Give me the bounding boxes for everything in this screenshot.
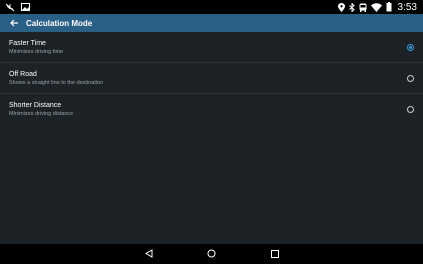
battery-icon: [386, 2, 392, 12]
back-triangle-icon: [144, 245, 153, 263]
recents-square-icon: [270, 245, 279, 263]
option-subtitle: Minimizes driving time: [9, 48, 64, 55]
image-icon: [21, 3, 30, 11]
no-sim-icon: [5, 3, 15, 12]
status-time: 3:53: [397, 1, 417, 13]
nav-back-button[interactable]: [139, 244, 159, 264]
status-left-icons: [0, 3, 30, 12]
radio-faster-time[interactable]: [407, 43, 414, 51]
option-text: Shorter Distance Minimizes driving dista…: [9, 101, 73, 118]
status-right-icons: 3:53: [337, 1, 423, 13]
radio-shorter-distance[interactable]: [407, 106, 414, 113]
nav-home-button[interactable]: [202, 244, 222, 264]
option-shorter-distance[interactable]: Shorter Distance Minimizes driving dista…: [0, 94, 423, 125]
navigation-bar: [0, 244, 423, 264]
page-title: Calculation Mode: [26, 18, 93, 28]
app-bar: Calculation Mode: [0, 14, 423, 32]
bus-icon: [359, 3, 367, 12]
option-subtitle: Minimizes driving distance: [9, 111, 74, 117]
option-text: Off Road Shows a straight line to the de…: [9, 70, 103, 87]
option-subtitle: Shows a straight line to the destination: [9, 79, 104, 86]
option-text: Faster Time Minimizes driving time: [9, 39, 63, 56]
calculation-mode-list: Faster Time Minimizes driving time Off R…: [0, 32, 423, 125]
wifi-icon: [370, 2, 382, 12]
option-faster-time[interactable]: Faster Time Minimizes driving time: [0, 32, 423, 63]
radio-off-road[interactable]: [407, 74, 414, 82]
option-title: Off Road: [9, 70, 37, 78]
option-title: Faster Time: [9, 39, 46, 47]
back-button[interactable]: [2, 14, 26, 32]
option-title: Shorter Distance: [9, 102, 62, 109]
nav-recents-button[interactable]: [265, 244, 285, 264]
arrow-back-icon: [9, 14, 19, 32]
home-circle-icon: [207, 245, 216, 263]
radio-selected-dot: [409, 45, 412, 49]
status-bar: 3:53: [0, 0, 423, 14]
option-off-road[interactable]: Off Road Shows a straight line to the de…: [0, 63, 423, 94]
bluetooth-icon: [348, 2, 355, 12]
location-icon: [337, 2, 345, 12]
